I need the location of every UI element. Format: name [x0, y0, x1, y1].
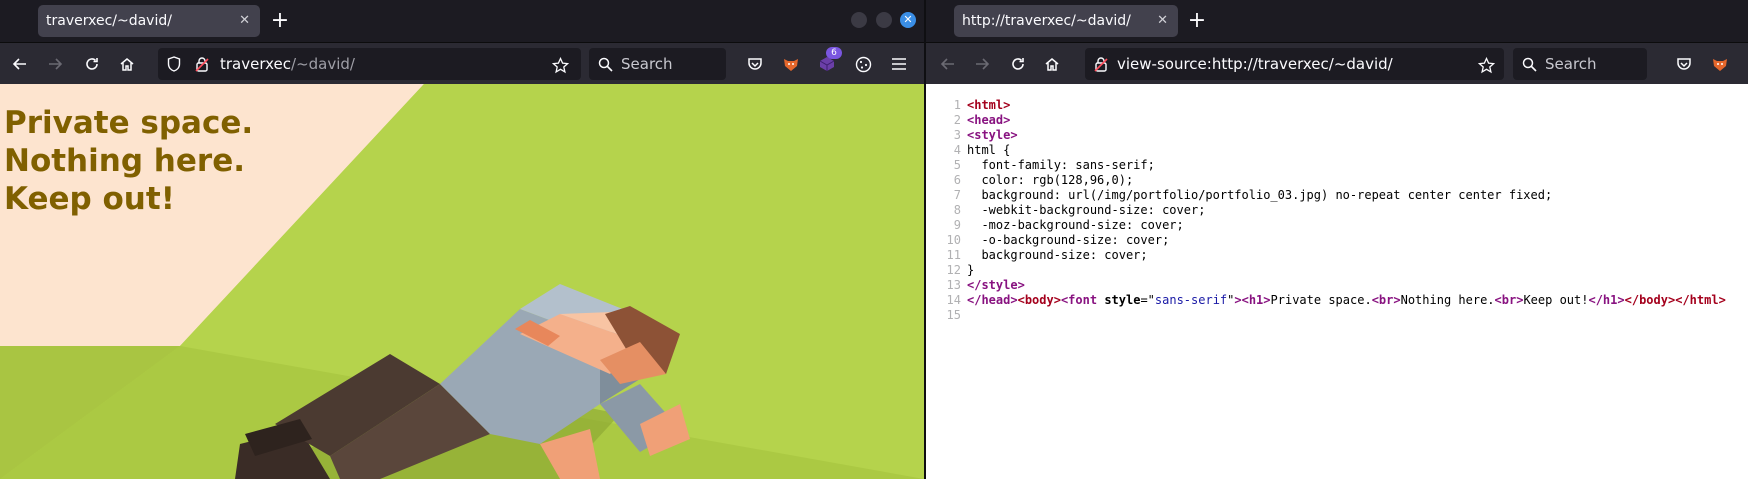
home-icon[interactable]: [1040, 52, 1064, 76]
line-code: </head><body><font style="sans-serif"><h…: [967, 293, 1726, 307]
line-number: 9: [953, 218, 961, 232]
back-arrow-icon[interactable]: [8, 52, 32, 76]
insecure-lock-icon[interactable]: [1093, 56, 1109, 72]
page-heading: Private space. Nothing here. Keep out!: [4, 104, 253, 218]
line-code: <head>: [967, 113, 1011, 127]
page-viewport: Private space. Nothing here. Keep out!: [0, 84, 924, 479]
pocket-icon[interactable]: [1675, 55, 1693, 73]
line-code: </style>: [967, 278, 1025, 292]
line-code: -o-background-size: cover;: [967, 233, 1170, 247]
url-full: view-source:http://traverxec/~david/: [1117, 55, 1393, 73]
line-number: 14: [946, 293, 961, 307]
url-text[interactable]: traverxec/~david/: [220, 48, 355, 80]
tab-bar: traverxec/~david/ ✕ + ✕: [0, 0, 924, 42]
cookie-extension-icon[interactable]: [854, 55, 872, 73]
line-code: background-size: cover;: [967, 248, 1148, 262]
minimize-button[interactable]: [851, 12, 867, 28]
url-host: traverxec: [220, 55, 292, 73]
address-bar[interactable]: view-source:http://traverxec/~david/: [1085, 48, 1504, 80]
tab-traverxec-david[interactable]: traverxec/~david/ ✕: [38, 5, 260, 37]
search-placeholder: Search: [621, 55, 673, 73]
line-code: font-family: sans-serif;: [967, 158, 1155, 172]
line-number: 6: [953, 173, 961, 187]
heading-line-3: Keep out!: [4, 181, 175, 217]
reload-icon[interactable]: [1006, 52, 1030, 76]
close-icon[interactable]: ✕: [1157, 5, 1168, 37]
search-bar[interactable]: Search: [1513, 48, 1647, 80]
tab-view-source[interactable]: http://traverxec/~david/ ✕: [954, 5, 1178, 37]
line-number: 8: [953, 203, 961, 217]
right-browser-window: http://traverxec/~david/ ✕ + view-source…: [926, 0, 1748, 479]
view-source-pane: 1 <html> 2 <head> 3 <style> 4 html { 5 font-fami…: [926, 84, 1748, 479]
foxyproxy-extension-icon[interactable]: [782, 55, 800, 73]
line-code: <style>: [967, 128, 1018, 142]
reload-icon[interactable]: [80, 52, 104, 76]
foxyproxy-extension-icon[interactable]: [1711, 55, 1729, 73]
insecure-lock-icon[interactable]: [194, 56, 210, 72]
line-code: }: [967, 263, 975, 277]
bookmark-star-icon[interactable]: [1477, 56, 1495, 74]
url-text[interactable]: view-source:http://traverxec/~david/: [1117, 48, 1393, 80]
back-arrow-icon[interactable]: [936, 52, 960, 76]
line-code: html {: [967, 143, 1011, 157]
line-number: 11: [946, 248, 961, 262]
forward-arrow-icon[interactable]: [43, 52, 67, 76]
search-icon: [1521, 56, 1537, 72]
line-number: 5: [953, 158, 961, 172]
bookmark-star-icon[interactable]: [551, 56, 569, 74]
close-window-button[interactable]: ✕: [900, 12, 916, 28]
line-number: 1: [953, 98, 961, 112]
line-number: 2: [953, 113, 961, 127]
pocket-icon[interactable]: [746, 55, 764, 73]
line-code: background: url(/img/portfolio/portfolio…: [967, 188, 1553, 202]
line-number: 12: [946, 263, 961, 277]
tab-title: http://traverxec/~david/: [962, 13, 1131, 29]
line-number: 15: [946, 308, 961, 322]
hamburger-menu-icon[interactable]: [890, 55, 908, 73]
extension-badge: 6: [826, 47, 842, 59]
new-tab-plus-icon[interactable]: +: [268, 9, 292, 33]
line-number: 10: [946, 233, 961, 247]
line-code: -moz-background-size: cover;: [967, 218, 1184, 232]
home-icon[interactable]: [115, 52, 139, 76]
shield-icon[interactable]: [166, 56, 182, 72]
tab-bar: http://traverxec/~david/ ✕ +: [926, 0, 1748, 42]
search-placeholder: Search: [1545, 55, 1597, 73]
heading-line-2: Nothing here.: [4, 143, 245, 179]
close-icon[interactable]: ✕: [239, 5, 250, 37]
line-code: -webkit-background-size: cover;: [967, 203, 1206, 217]
tab-title: traverxec/~david/: [46, 13, 172, 29]
address-bar[interactable]: traverxec/~david/: [158, 48, 581, 80]
line-code: color: rgb(128,96,0);: [967, 173, 1134, 187]
maximize-button[interactable]: [876, 12, 892, 28]
heading-line-1: Private space.: [4, 105, 254, 141]
url-path: /~david/: [291, 55, 355, 73]
line-number: 3: [953, 128, 961, 142]
left-browser-window: traverxec/~david/ ✕ + ✕ traverxec/~david…: [0, 0, 924, 479]
line-number: 7: [953, 188, 961, 202]
new-tab-plus-icon[interactable]: +: [1185, 9, 1209, 33]
forward-arrow-icon[interactable]: [970, 52, 994, 76]
line-number: 4: [953, 143, 961, 157]
line-code: <html>: [967, 98, 1011, 112]
navigation-toolbar: traverxec/~david/ Search 6: [0, 42, 924, 84]
line-number: 13: [946, 278, 961, 292]
navigation-toolbar: view-source:http://traverxec/~david/ Sea…: [926, 42, 1748, 84]
search-icon: [597, 56, 613, 72]
search-bar[interactable]: Search: [589, 48, 726, 80]
